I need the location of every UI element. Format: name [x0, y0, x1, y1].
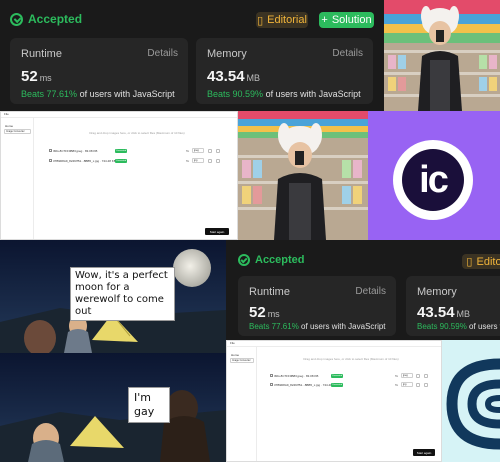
ic-logo-tile: ic	[368, 111, 500, 240]
to-label: To	[186, 159, 190, 163]
editorial-button[interactable]: ▯ Editorial	[256, 12, 308, 28]
file-checkbox[interactable]	[270, 374, 273, 377]
download-icon[interactable]	[208, 159, 212, 163]
editorial-button[interactable]: ▯ Edito	[462, 254, 500, 269]
memory-title: Memory	[207, 48, 247, 60]
accepted-header: Accepted	[10, 12, 82, 26]
memory-card[interactable]: Memory 43.54MB Beats 90.59% of users wit…	[406, 276, 500, 336]
accepted-header: Accepted	[238, 254, 305, 266]
memory-card[interactable]: Memory Details 43.54 MB Beats 90.59% of u…	[196, 38, 373, 104]
book-icon: ▯	[466, 256, 473, 268]
to-label: To	[395, 383, 399, 387]
format-select[interactable]: jpg	[192, 158, 204, 163]
app-sidebar: Home Image Converter	[1, 118, 34, 239]
result-panel-top: Accepted ▯ Editorial + Solution Runtime …	[0, 0, 384, 111]
memory-beats: Beats 90.59% of users with	[417, 322, 500, 331]
ic-logo-text: ic	[402, 149, 464, 211]
book-icon: ▯	[257, 14, 264, 27]
meme-caption-bottom: I'm gay	[128, 387, 170, 423]
memory-value: 43.54 MB	[207, 68, 261, 85]
to-label: To	[395, 374, 399, 378]
app-sidebar: Home Image Converter	[227, 347, 257, 461]
ic-logo-circle: ic	[393, 140, 473, 220]
remove-icon[interactable]	[216, 159, 220, 163]
app-titlebar: File	[227, 341, 441, 347]
selfie-photo-top	[384, 0, 500, 111]
runtime-details-link[interactable]: Details	[147, 48, 178, 59]
file-checkbox[interactable]	[49, 149, 52, 152]
drop-hint[interactable]: Drag and drop images here, or click to s…	[261, 357, 441, 361]
converted-badge: Converted	[331, 374, 344, 378]
file-row[interactable]: IMG-8C7FF0B83.jpeg · 83.08 KB Converted …	[48, 148, 228, 154]
solution-button[interactable]: + Solution	[319, 12, 374, 28]
sidebar-item-image-converter[interactable]: Image Converter	[4, 129, 31, 134]
memory-details-link[interactable]: Details	[332, 48, 363, 59]
check-circle-icon	[10, 12, 23, 26]
runtime-details-link[interactable]: Details	[355, 286, 386, 297]
solution-label: Solution	[331, 14, 372, 26]
runtime-beats: Beats 77.61% of users with JavaScript	[21, 89, 175, 99]
plus-icon: +	[321, 14, 328, 26]
editorial-label: Edito	[476, 255, 500, 268]
file-row[interactable]: 37B9D8A9_82497B1...8BB5_x.jpg · 744.48 K…	[269, 382, 434, 388]
file-checkbox[interactable]	[49, 159, 52, 162]
converted-badge: Converted	[115, 159, 128, 163]
format-select[interactable]: jpg	[401, 382, 413, 387]
runtime-value: 52 ms	[249, 304, 280, 321]
runtime-title: Runtime	[21, 48, 62, 60]
start-again-button[interactable]: Start again	[205, 228, 229, 235]
to-label: To	[186, 149, 190, 153]
converted-badge: Converted	[331, 383, 344, 387]
upload-app-top: File Home Image Converter Drag and drop …	[0, 111, 238, 240]
download-icon[interactable]	[208, 149, 212, 153]
start-again-button[interactable]: Start again	[413, 449, 435, 456]
drop-hint[interactable]: Drag and drop images here, or click to s…	[37, 131, 237, 135]
upload-app-bottom: File Home Image Converter Drag and drop …	[226, 340, 442, 462]
status-text: Accepted	[255, 254, 305, 266]
converted-badge: Converted	[115, 149, 128, 153]
runtime-card[interactable]: Runtime Details 52 ms Beats 77.61% of use…	[10, 38, 188, 104]
sidebar-title: Home	[231, 353, 240, 357]
editorial-label: Editorial	[267, 14, 307, 26]
file-row[interactable]: 37B9D8A9_82497B1...8BB5_x.jpg · 744.48 K…	[48, 158, 228, 164]
status-text: Accepted	[28, 12, 83, 26]
download-icon[interactable]	[416, 374, 420, 378]
meme-caption-top: Wow, it's a perfect moon for a werewolf …	[70, 267, 175, 321]
selfie-photo-illustration	[238, 111, 368, 240]
runtime-card[interactable]: Runtime Details 52 ms Beats 77.61% of use…	[238, 276, 396, 336]
memory-value: 43.54 MB	[417, 304, 471, 321]
app-titlebar: File	[1, 112, 237, 118]
download-icon[interactable]	[416, 383, 420, 387]
sidebar-item-image-converter[interactable]: Image Converter	[230, 358, 254, 363]
file-name: 37B9D8A9_82497B1...8BB5_x.jpg · 744.48 K…	[274, 383, 337, 387]
runtime-value: 52 ms	[21, 68, 52, 85]
selfie-photo-middle	[238, 111, 368, 240]
spiral-logo-icon	[442, 340, 500, 462]
memory-title: Memory	[417, 286, 457, 298]
check-circle-icon	[238, 254, 250, 266]
blue-logo-tile	[442, 340, 500, 462]
format-select[interactable]: jpeg	[192, 148, 204, 153]
sidebar-title: Home	[5, 124, 14, 128]
file-row[interactable]: IMG-8C7FF0B83.jpeg · 83.08 KB Converted …	[269, 373, 434, 379]
remove-icon[interactable]	[216, 149, 220, 153]
format-select[interactable]: jpeg	[401, 373, 413, 378]
file-name: 37B9D8A9_82497B1...8BB5_x.jpg · 744.48 K…	[53, 159, 116, 163]
runtime-title: Runtime	[249, 286, 290, 298]
memory-beats: Beats 90.59% of users with JavaScript	[207, 89, 361, 99]
result-panel-bottom: Accepted ▯ Edito Runtime Details 52 ms Be…	[226, 240, 500, 340]
werewolf-meme: Wow, it's a perfect moon for a werewolf …	[0, 240, 226, 462]
remove-icon[interactable]	[424, 374, 428, 378]
selfie-photo-illustration	[384, 0, 500, 111]
file-checkbox[interactable]	[270, 383, 273, 386]
runtime-beats: Beats 77.61% of users with JavaScript	[249, 322, 386, 331]
file-name: IMG-8C7FF0B83.jpeg · 83.08 KB	[53, 149, 98, 153]
file-name: IMG-8C7FF0B83.jpeg · 83.08 KB	[274, 374, 319, 378]
remove-icon[interactable]	[424, 383, 428, 387]
